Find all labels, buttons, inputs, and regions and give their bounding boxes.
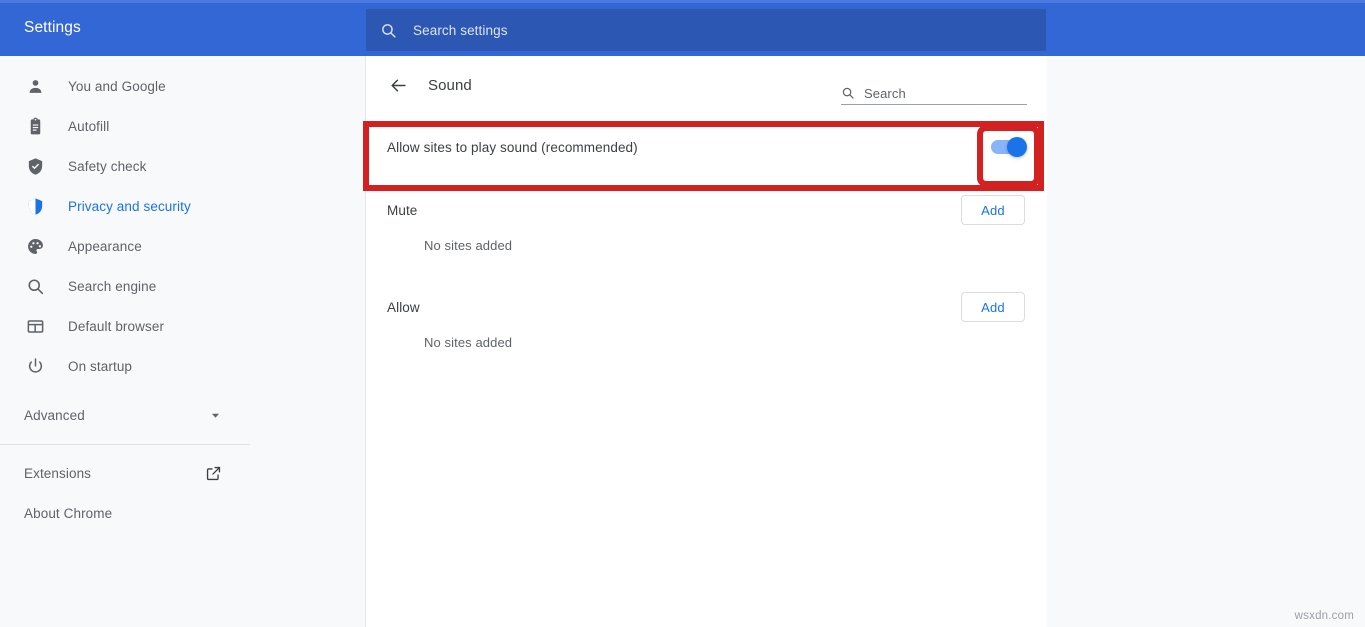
app-title: Settings (24, 19, 81, 37)
sidebar-item-label: You and Google (68, 79, 166, 94)
sidebar-item-safety-check[interactable]: Safety check (0, 146, 365, 186)
shield-half-icon (24, 195, 46, 217)
sidebar: You and Google Autofill Safety check (0, 56, 366, 627)
allow-sites-to-play-sound-label: Allow sites to play sound (recommended) (387, 140, 638, 155)
browser-window-icon (24, 315, 46, 337)
sidebar-item-label: Default browser (68, 319, 164, 334)
sidebar-item-autofill[interactable]: Autofill (0, 106, 365, 146)
sidebar-item-label: Appearance (68, 239, 142, 254)
sidebar-item-label: About Chrome (24, 506, 112, 521)
sidebar-item-on-startup[interactable]: On startup (0, 346, 365, 386)
sidebar-item-privacy-and-security[interactable]: Privacy and security (0, 186, 365, 226)
sidebar-divider (0, 444, 250, 445)
back-button[interactable] (382, 70, 414, 102)
person-icon (24, 75, 46, 97)
sidebar-item-extensions[interactable]: Extensions (0, 453, 250, 493)
sidebar-item-about-chrome[interactable]: About Chrome (0, 493, 250, 533)
content-search-input[interactable]: Search (841, 86, 1027, 105)
external-link-icon[interactable] (205, 465, 222, 482)
chevron-down-icon (209, 409, 222, 422)
palette-icon (24, 235, 46, 257)
content-panel: Sound Search Allow sites to play sound (… (366, 56, 1047, 627)
top-bar: Settings Search settings (0, 0, 1365, 56)
sidebar-item-label: Safety check (68, 159, 147, 174)
sound-toggle[interactable] (991, 140, 1025, 154)
content-header: Sound Search (366, 56, 1047, 115)
page-title: Sound (428, 77, 472, 94)
watermark: wsxdn.com (1295, 610, 1354, 622)
sidebar-item-label: Extensions (24, 466, 91, 481)
allow-sites-to-play-sound-row[interactable]: Allow sites to play sound (recommended) (366, 115, 1047, 179)
clipboard-icon (24, 115, 46, 137)
shield-check-icon (24, 155, 46, 177)
allow-section-header: Allow Add (366, 276, 1047, 338)
sidebar-item-label: On startup (68, 359, 132, 374)
sidebar-item-you-and-google[interactable]: You and Google (0, 66, 365, 106)
search-icon (24, 275, 46, 297)
sidebar-item-label: Privacy and security (68, 199, 191, 214)
sidebar-item-label: Search engine (68, 279, 156, 294)
search-icon (841, 86, 855, 100)
search-settings-placeholder: Search settings (413, 23, 508, 38)
top-bar-hairline (0, 0, 1365, 3)
search-settings-input[interactable]: Search settings (366, 9, 1046, 51)
sidebar-item-search-engine[interactable]: Search engine (0, 266, 365, 306)
mute-section-title: Mute (387, 203, 417, 218)
arrow-left-icon (389, 76, 408, 95)
allow-add-button[interactable]: Add (961, 292, 1025, 322)
mute-section-header: Mute Add (366, 179, 1047, 241)
sidebar-item-label: Autofill (68, 119, 109, 134)
power-icon (24, 355, 46, 377)
toggle-knob (1007, 137, 1027, 157)
settings-page: Settings Search settings You and Google (0, 0, 1365, 627)
sidebar-advanced-label: Advanced (24, 408, 85, 423)
sidebar-advanced-toggle[interactable]: Advanced (0, 395, 250, 435)
sidebar-item-appearance[interactable]: Appearance (0, 226, 365, 266)
mute-add-button[interactable]: Add (961, 195, 1025, 225)
allow-empty-text: No sites added (366, 336, 1047, 349)
allow-section-title: Allow (387, 300, 420, 315)
mute-empty-text: No sites added (366, 239, 1047, 252)
search-icon (380, 22, 397, 39)
sidebar-item-default-browser[interactable]: Default browser (0, 306, 365, 346)
content-search-placeholder: Search (864, 86, 906, 101)
